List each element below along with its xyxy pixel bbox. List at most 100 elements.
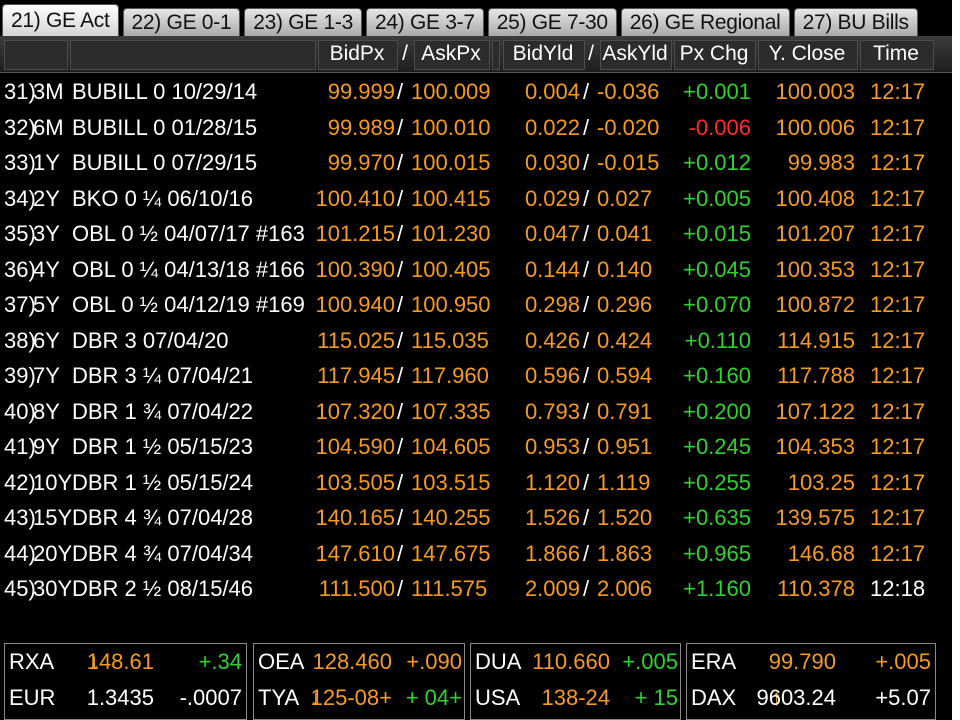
quote-change: -.0007 — [179, 685, 242, 710]
quote-row[interactable]: EUR 1.3435 -.0007 — [5, 680, 246, 716]
bid-ask-separator: / — [397, 185, 404, 211]
row-security: OBL 0 ½ 04/07/17 #163 — [72, 221, 305, 246]
quote-value: 138-24 — [541, 685, 610, 710]
table-row[interactable]: 39) 7Y DBR 3 ¼ 07/04/21 117.945 117.960 0.596… — [0, 358, 952, 394]
table-row[interactable]: 38) 6Y DBR 3 07/04/20 115.025 115.035 0.426 0.… — [0, 323, 952, 359]
row-index: 31) — [4, 79, 36, 104]
row-time: 12:17 — [870, 150, 926, 175]
tab-ge-0-1[interactable]: 22) GE 0-1 — [122, 8, 241, 36]
tab-ge-regional[interactable]: 26) GE Regional — [620, 8, 790, 36]
tab-ge-act[interactable]: 21) GE Act — [2, 4, 119, 36]
quote-value: 110.660 — [532, 649, 610, 674]
row-security: DBR 2 ½ 08/15/46 — [72, 576, 254, 601]
row-security: DBR 1 ¾ 07/04/22 — [72, 398, 254, 424]
table-row[interactable]: 35) 3Y OBL 0 ½ 04/07/17 #163 101.215 101.230… — [0, 216, 952, 252]
row-ask-yield: 0.791 — [597, 398, 653, 424]
row-ask-yield: 0.296 — [597, 292, 653, 317]
tab-ge-7-30[interactable]: 25) GE 7-30 — [487, 8, 617, 36]
row-bid-yield: 0.953 — [524, 434, 580, 459]
table-row[interactable]: 41) 9Y DBR 1 ½ 05/15/23 104.590 104.605 0.953… — [0, 429, 952, 465]
row-price-change: +0.005 — [683, 185, 751, 211]
bid-ask-separator: / — [583, 114, 590, 140]
row-ask-price: 107.335 — [411, 398, 491, 424]
row-bid-price: 147.610 — [315, 540, 395, 566]
row-term: 5Y — [33, 292, 60, 317]
row-bid-yield: 0.426 — [524, 327, 580, 353]
column-header-row: BidPx / AskPx BidYld / AskYld Px Chg Y. … — [0, 36, 952, 73]
table-row[interactable]: 34) 2Y BKO 0 ¼ 06/10/16 100.410 100.415 0.029… — [0, 181, 952, 217]
row-ask-yield: 0.951 — [597, 434, 653, 459]
tab-ge-3-7[interactable]: 24) GE 3-7 — [365, 8, 484, 36]
bid-ask-separator: / — [397, 292, 404, 317]
row-time: 12:17 — [870, 363, 926, 388]
row-time: 12:17 — [870, 434, 926, 459]
bid-ask-separator: / — [397, 398, 404, 424]
row-bid-price: 100.940 — [315, 292, 395, 317]
header-bidpx: BidPx — [329, 42, 385, 65]
row-ask-yield: -0.020 — [597, 114, 660, 140]
row-ask-price: 111.575 — [411, 576, 488, 601]
row-bid-yield: 0.022 — [524, 114, 580, 140]
row-ask-yield: 0.594 — [597, 363, 653, 388]
table-row[interactable]: 40) 8Y DBR 1 ¾ 07/04/22 107.320 107.335 0.793… — [0, 394, 952, 430]
bid-ask-separator: / — [397, 434, 404, 459]
quote-row[interactable]: ERA 99.790 +.005 — [687, 644, 935, 680]
header-bidyld: BidYld — [512, 42, 574, 65]
table-row[interactable]: 43) 15Y DBR 4 ¾ 07/04/28 140.165 140.255 1.52… — [0, 500, 952, 536]
quote-change: +.005 — [875, 649, 931, 674]
table-row[interactable]: 45) 30Y DBR 2 ½ 08/15/46 111.500 111.575 2.00… — [0, 571, 952, 607]
row-bid-price: 99.970 — [327, 150, 395, 175]
tab-bu-bills[interactable]: 27) BU Bills — [793, 8, 918, 36]
row-ask-price: 100.009 — [411, 79, 491, 104]
table-row[interactable]: 37) 5Y OBL 0 ½ 04/12/19 #169 100.940 100.950… — [0, 287, 952, 323]
row-security: DBR 4 ¾ 07/04/28 — [72, 505, 254, 530]
row-security: DBR 1 ½ 05/15/23 — [72, 434, 254, 459]
tab-bar: 21) GE Act 22) GE 0-1 23) GE 1-3 24) GE … — [0, 4, 954, 36]
bid-ask-separator: / — [397, 114, 404, 140]
quote-row[interactable]: OEA 128.460 +.090 — [254, 644, 464, 680]
quote-row[interactable]: RXA ↓ 148.61 +.34 — [5, 644, 246, 680]
table-row[interactable]: 32) 6M BUBILL 0 01/28/15 99.989 100.010 0.022… — [0, 110, 952, 146]
table-row[interactable]: 42) 10Y DBR 1 ½ 05/15/24 103.505 103.515 1.12… — [0, 465, 952, 501]
quote-panel-rxa-eur: RXA ↓ 148.61 +.34 EUR 1.3435 -.0007 — [4, 643, 247, 720]
table-row[interactable]: 44) 20Y DBR 4 ¾ 07/04/34 147.610 147.675 1.86… — [0, 536, 952, 572]
row-time: 12:17 — [870, 292, 926, 317]
row-yesterday-close: 103.25 — [787, 469, 855, 495]
row-time: 12:17 — [870, 256, 926, 282]
header-yclose: Y. Close — [768, 42, 846, 65]
table-row[interactable]: 31) 3M BUBILL 0 10/29/14 99.999 100.009 0.004… — [0, 74, 952, 110]
bid-ask-separator: / — [583, 292, 590, 317]
bid-ask-separator: / — [397, 540, 404, 566]
row-yesterday-close: 100.408 — [775, 185, 855, 211]
row-time: 12:17 — [870, 114, 926, 140]
row-yesterday-close: 107.122 — [775, 398, 855, 424]
row-ask-yield: 1.520 — [597, 505, 653, 530]
row-term: 30Y — [33, 576, 73, 601]
bid-ask-separator: / — [583, 469, 590, 495]
row-security: BUBILL 0 07/29/15 — [72, 150, 258, 175]
bid-ask-separator: / — [583, 256, 590, 282]
row-price-change: +0.012 — [683, 150, 751, 175]
quote-row[interactable]: USA 138-24 + 15 — [471, 680, 680, 716]
row-price-change: +0.160 — [683, 363, 751, 388]
row-price-change: +0.200 — [683, 398, 751, 424]
quote-row[interactable]: TYA ↓ 125-08+ + 04+ — [254, 680, 464, 716]
quote-row[interactable]: DUA 110.660 +.005 — [471, 644, 680, 680]
row-term: 9Y — [33, 434, 60, 459]
row-ask-yield: 0.140 — [597, 256, 653, 282]
table-row[interactable]: 33) 1Y BUBILL 0 07/29/15 99.970 100.015 0.030… — [0, 145, 952, 181]
row-bid-price: 100.390 — [315, 256, 395, 282]
quote-row[interactable]: DAX ↑ 9603.24 +5.07 — [687, 680, 935, 716]
tab-ge-1-3[interactable]: 23) GE 1-3 — [244, 8, 362, 36]
quote-value: 125-08+ — [310, 685, 392, 710]
row-price-change: +0.015 — [683, 221, 751, 246]
row-ask-yield: 0.027 — [597, 185, 653, 211]
row-ask-yield: 2.006 — [597, 576, 653, 601]
table-row[interactable]: 36) 4Y OBL 0 ¼ 04/13/18 #166 100.390 100.405… — [0, 252, 952, 288]
bid-ask-separator: / — [583, 221, 590, 246]
quote-ticker: OEA — [258, 649, 305, 674]
row-ask-price: 100.010 — [411, 114, 491, 140]
row-index: 33) — [4, 150, 36, 175]
row-ask-price: 100.415 — [411, 185, 491, 211]
quote-change: + 15 — [634, 685, 678, 710]
